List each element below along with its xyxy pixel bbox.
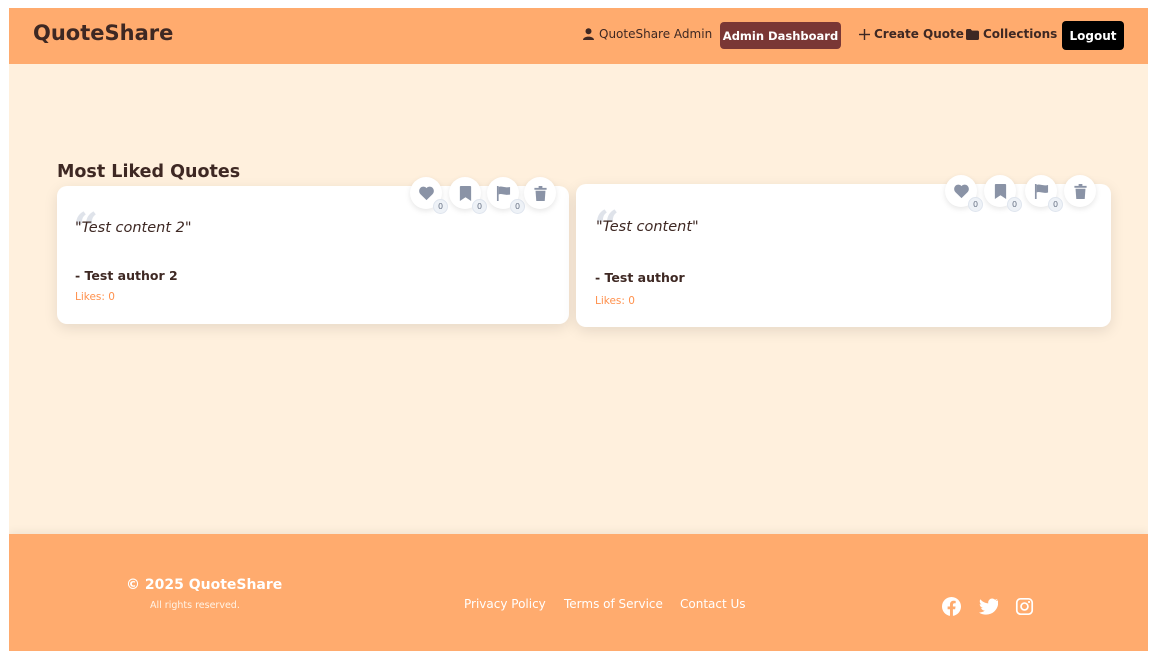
footer-rights: All rights reserved. [150, 600, 240, 611]
heart-icon [418, 186, 434, 200]
plus-icon [859, 28, 870, 40]
flag-icon [1034, 183, 1048, 199]
contact-us-link[interactable]: Contact Us [680, 597, 746, 611]
flag-button[interactable]: 0 [1025, 175, 1063, 212]
facebook-icon[interactable] [941, 596, 961, 616]
quote-author: - Test author 2 [75, 268, 178, 283]
like-button[interactable]: 0 [945, 175, 983, 212]
privacy-policy-link[interactable]: Privacy Policy [464, 597, 546, 611]
flag-count: 0 [1048, 197, 1063, 212]
site-footer: © 2025 QuoteShare All rights reserved. P… [9, 534, 1148, 651]
user-icon [583, 28, 594, 40]
bookmark-icon [459, 185, 471, 201]
heart-icon [953, 184, 969, 198]
quote-likes: Likes: 0 [595, 295, 635, 307]
like-button[interactable]: 0 [410, 177, 448, 214]
twitter-icon[interactable] [978, 596, 998, 616]
trash-icon [533, 185, 547, 201]
bookmark-count: 0 [472, 199, 487, 214]
app-frame: QuoteShare QuoteShare Admin Admin Dashbo… [9, 8, 1148, 651]
delete-button[interactable] [1064, 175, 1096, 207]
like-count: 0 [968, 197, 983, 212]
section-title: Most Liked Quotes [57, 162, 241, 182]
trash-icon [1073, 183, 1087, 199]
quote-text: "Test content 2" [75, 220, 192, 236]
logout-button[interactable]: Logout [1062, 21, 1124, 50]
quote-card[interactable]: “ "Test content 2" - Test author 2 Likes… [57, 177, 569, 324]
like-count: 0 [433, 199, 448, 214]
create-quote-link[interactable]: Create Quote [859, 27, 964, 41]
top-navbar: QuoteShare QuoteShare Admin Admin Dashbo… [9, 8, 1148, 64]
bookmark-button[interactable]: 0 [449, 177, 487, 214]
brand-logo[interactable]: QuoteShare [33, 21, 173, 45]
terms-of-service-link[interactable]: Terms of Service [564, 597, 663, 611]
create-quote-label: Create Quote [874, 27, 964, 41]
footer-copyright: © 2025 QuoteShare [126, 577, 283, 593]
quote-text: "Test content" [596, 219, 699, 235]
bookmark-button[interactable]: 0 [984, 175, 1022, 212]
quote-author: - Test author [595, 270, 685, 285]
collections-link[interactable]: Collections [966, 27, 1057, 41]
quote-card[interactable]: “ "Test content" - Test author Likes: 0 … [576, 175, 1111, 327]
folder-icon [966, 28, 979, 40]
bookmark-count: 0 [1007, 197, 1022, 212]
bookmark-icon [994, 183, 1006, 199]
flag-icon [496, 185, 510, 201]
admin-dashboard-button[interactable]: Admin Dashboard [720, 22, 841, 49]
instagram-icon[interactable] [1014, 596, 1034, 616]
user-menu[interactable]: QuoteShare Admin [583, 27, 712, 41]
quote-likes: Likes: 0 [75, 291, 115, 303]
collections-label: Collections [983, 27, 1058, 41]
flag-count: 0 [510, 199, 525, 214]
flag-button[interactable]: 0 [487, 177, 525, 214]
user-name: QuoteShare Admin [599, 27, 713, 41]
delete-button[interactable] [524, 177, 556, 209]
